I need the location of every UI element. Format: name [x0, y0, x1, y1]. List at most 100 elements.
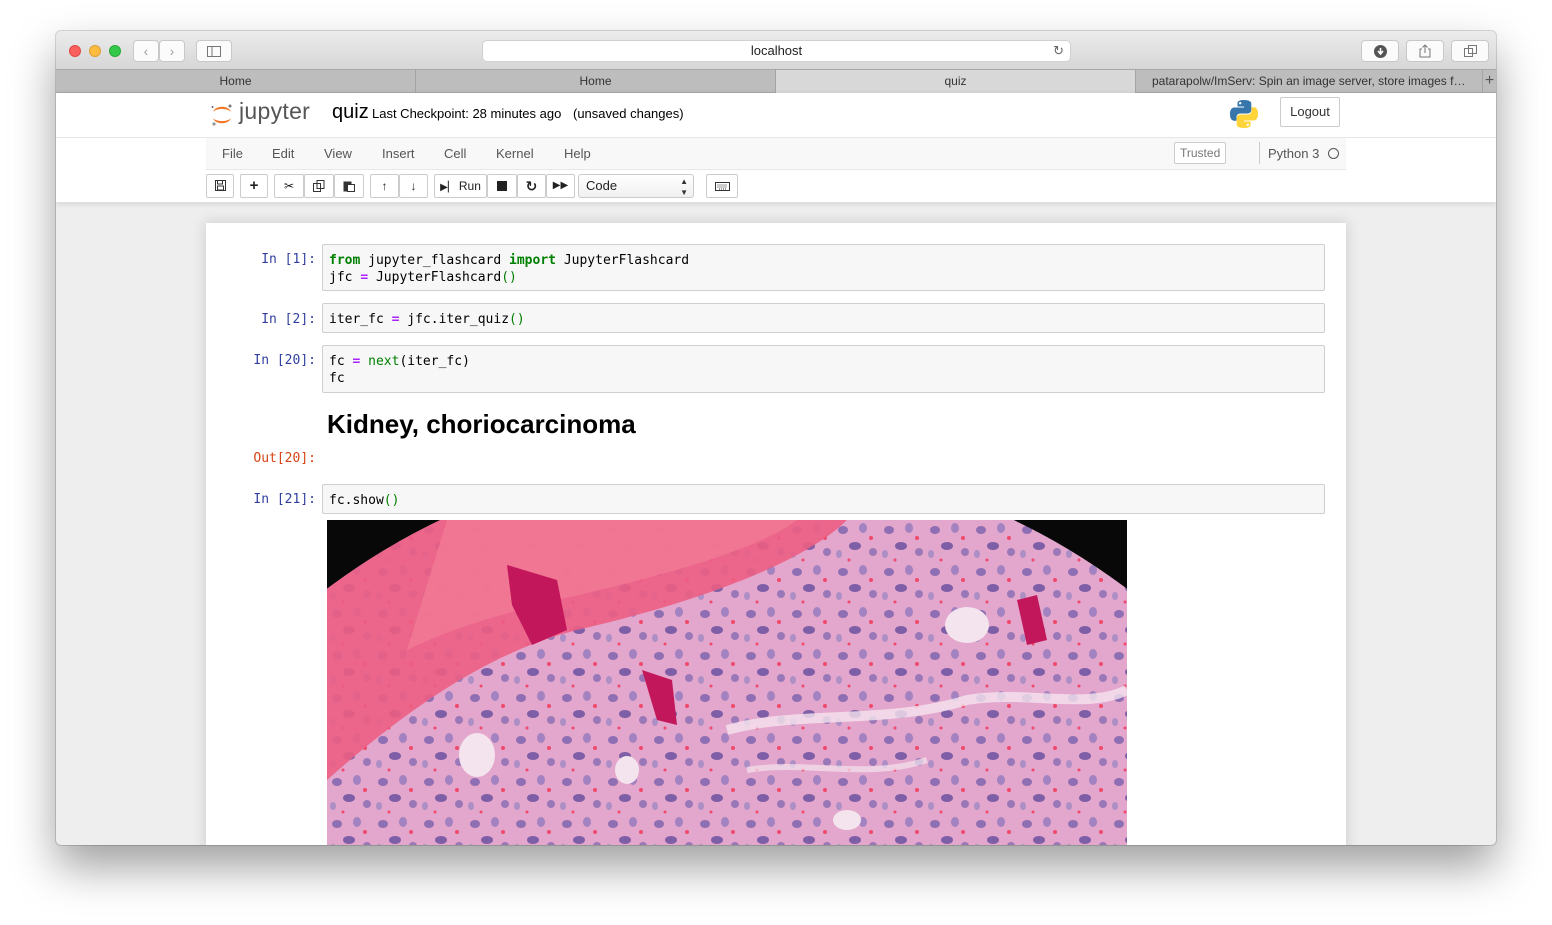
restart-kernel-button[interactable]: ↻: [517, 174, 546, 198]
copy-button[interactable]: [304, 174, 334, 198]
code-line: fc: [329, 370, 1318, 387]
code-token: jupyter_flashcard: [360, 253, 510, 268]
jupyter-logo-text[interactable]: jupyter: [239, 98, 310, 125]
move-cell-down-button[interactable]: ↓: [399, 174, 428, 198]
menu-help[interactable]: Help: [564, 146, 591, 161]
code-token: from: [329, 253, 361, 268]
run-label: Run: [458, 179, 481, 193]
interrupt-kernel-button[interactable]: [487, 174, 517, 198]
menu-cell[interactable]: Cell: [444, 146, 466, 161]
back-button[interactable]: ‹: [133, 40, 159, 62]
code-line: iter_fc = jfc.iter_quiz(): [329, 311, 1318, 328]
cell-3-prompt: In [20]:: [253, 353, 316, 368]
code-token: (): [501, 270, 517, 285]
tab-bar: Home Home quiz patarapolw/ImServ: Spin a…: [56, 69, 1496, 93]
stop-icon: [497, 181, 507, 191]
cell-type-select[interactable]: Code ▲ ▼: [578, 174, 694, 198]
code-cell-3[interactable]: fc = next(iter_fc) fc: [322, 345, 1325, 393]
code-line: from jupyter_flashcard import JupyterFla…: [329, 252, 1318, 269]
share-icon: [1419, 44, 1431, 58]
zoom-window-button[interactable]: [109, 45, 121, 57]
downloads-button[interactable]: [1361, 40, 1399, 62]
save-button[interactable]: [206, 174, 234, 198]
menu-view[interactable]: View: [324, 146, 352, 161]
reload-icon[interactable]: ↻: [1053, 41, 1064, 61]
keyboard-icon: [714, 182, 730, 191]
arrow-up-icon: ↑: [381, 179, 388, 193]
kernel-name[interactable]: Python 3: [1268, 146, 1319, 161]
move-cell-up-button[interactable]: ↑: [370, 174, 399, 198]
notebook-header: jupyter quiz Last Checkpoint: 28 minutes…: [56, 93, 1496, 203]
code-token: jfc.iter_quiz: [399, 312, 510, 327]
code-token: fc.show: [329, 493, 384, 508]
notebook-name[interactable]: quiz: [332, 101, 369, 124]
url-text: localhost: [750, 43, 803, 58]
copy-icon: [313, 180, 325, 192]
kernel-divider: [1259, 142, 1260, 164]
share-button[interactable]: [1406, 40, 1444, 62]
code-cell-4[interactable]: fc.show(): [322, 484, 1325, 514]
code-token: import: [509, 253, 556, 268]
command-palette-button[interactable]: [706, 174, 738, 198]
new-tab-button[interactable]: +: [1483, 70, 1496, 92]
code-token: jfc: [329, 270, 361, 285]
notebook-container: In [1]: from jupyter_flashcard import Ju…: [206, 223, 1346, 845]
browser-tab[interactable]: Home: [56, 70, 416, 93]
step-forward-icon: ▶▏: [440, 182, 456, 193]
python-logo-icon: [1230, 100, 1258, 128]
browser-tab[interactable]: patarapolw/ImServ: Spin an image server,…: [1136, 70, 1483, 93]
browser-tab[interactable]: Home: [416, 70, 776, 93]
code-token: fc: [329, 371, 345, 386]
insert-cell-button[interactable]: +: [240, 174, 268, 198]
code-line: fc.show(): [329, 492, 1318, 509]
menu-bar: File Edit View Insert Cell Kernel Help T…: [206, 138, 1346, 170]
arrow-down-icon: ↓: [410, 179, 417, 193]
kernel-idle-indicator-icon: [1328, 148, 1339, 159]
logout-button[interactable]: Logout: [1280, 97, 1340, 127]
close-window-button[interactable]: [69, 45, 81, 57]
menu-kernel[interactable]: Kernel: [496, 146, 534, 161]
browser-window: ‹ › localhost ↻ Home Home quiz patarapol…: [56, 31, 1496, 845]
paste-icon: [343, 181, 355, 192]
code-cell-1[interactable]: from jupyter_flashcard import JupyterFla…: [322, 244, 1325, 291]
restart-icon: ↻: [525, 178, 538, 194]
out-20-prompt: Out[20]:: [253, 451, 316, 466]
chevron-right-icon: ›: [169, 43, 175, 59]
tabs-icon: [1463, 45, 1477, 57]
cut-icon: ✂: [283, 179, 295, 193]
paste-button[interactable]: [334, 174, 364, 198]
code-token: JupyterFlashcard: [368, 270, 502, 285]
jupyter-logo-icon[interactable]: [210, 103, 234, 127]
code-token: (iter_fc): [399, 354, 470, 369]
menu-insert[interactable]: Insert: [382, 146, 415, 161]
address-bar[interactable]: localhost ↻: [482, 40, 1071, 62]
plus-icon: +: [249, 177, 259, 194]
code-cell-2[interactable]: iter_fc = jfc.iter_quiz(): [322, 303, 1325, 333]
code-token: (): [509, 312, 525, 327]
code-token: =: [360, 270, 369, 285]
run-button[interactable]: ▶▏ Run: [434, 174, 487, 198]
autosave-status: (unsaved changes): [573, 106, 684, 121]
cell-2-prompt: In [2]:: [261, 312, 316, 327]
forward-button[interactable]: ›: [159, 40, 185, 62]
trusted-indicator[interactable]: Trusted: [1174, 142, 1227, 164]
title-bar: ‹ › localhost ↻: [56, 31, 1496, 69]
fast-forward-icon: ▶▶: [552, 180, 569, 191]
sidebar-icon: [207, 46, 221, 57]
minimize-window-button[interactable]: [89, 45, 101, 57]
code-token: (): [383, 493, 400, 508]
menu-edit[interactable]: Edit: [272, 146, 294, 161]
menu-file[interactable]: File: [222, 146, 243, 161]
tabs-overview-button[interactable]: [1451, 40, 1489, 62]
sidebar-toggle-button[interactable]: [196, 40, 232, 62]
output-heading: Kidney, choriocarcinoma: [327, 409, 636, 439]
save-icon: [214, 180, 226, 191]
select-arrows-icon: ▲ ▼: [680, 177, 688, 197]
histology-image: [327, 520, 1127, 845]
restart-run-all-button[interactable]: ▶▶: [546, 174, 575, 198]
checkpoint-status: Last Checkpoint: 28 minutes ago: [372, 106, 562, 121]
cut-button[interactable]: ✂: [274, 174, 304, 198]
browser-tab-active[interactable]: quiz: [776, 70, 1136, 93]
code-line: fc = next(iter_fc): [329, 353, 1318, 370]
